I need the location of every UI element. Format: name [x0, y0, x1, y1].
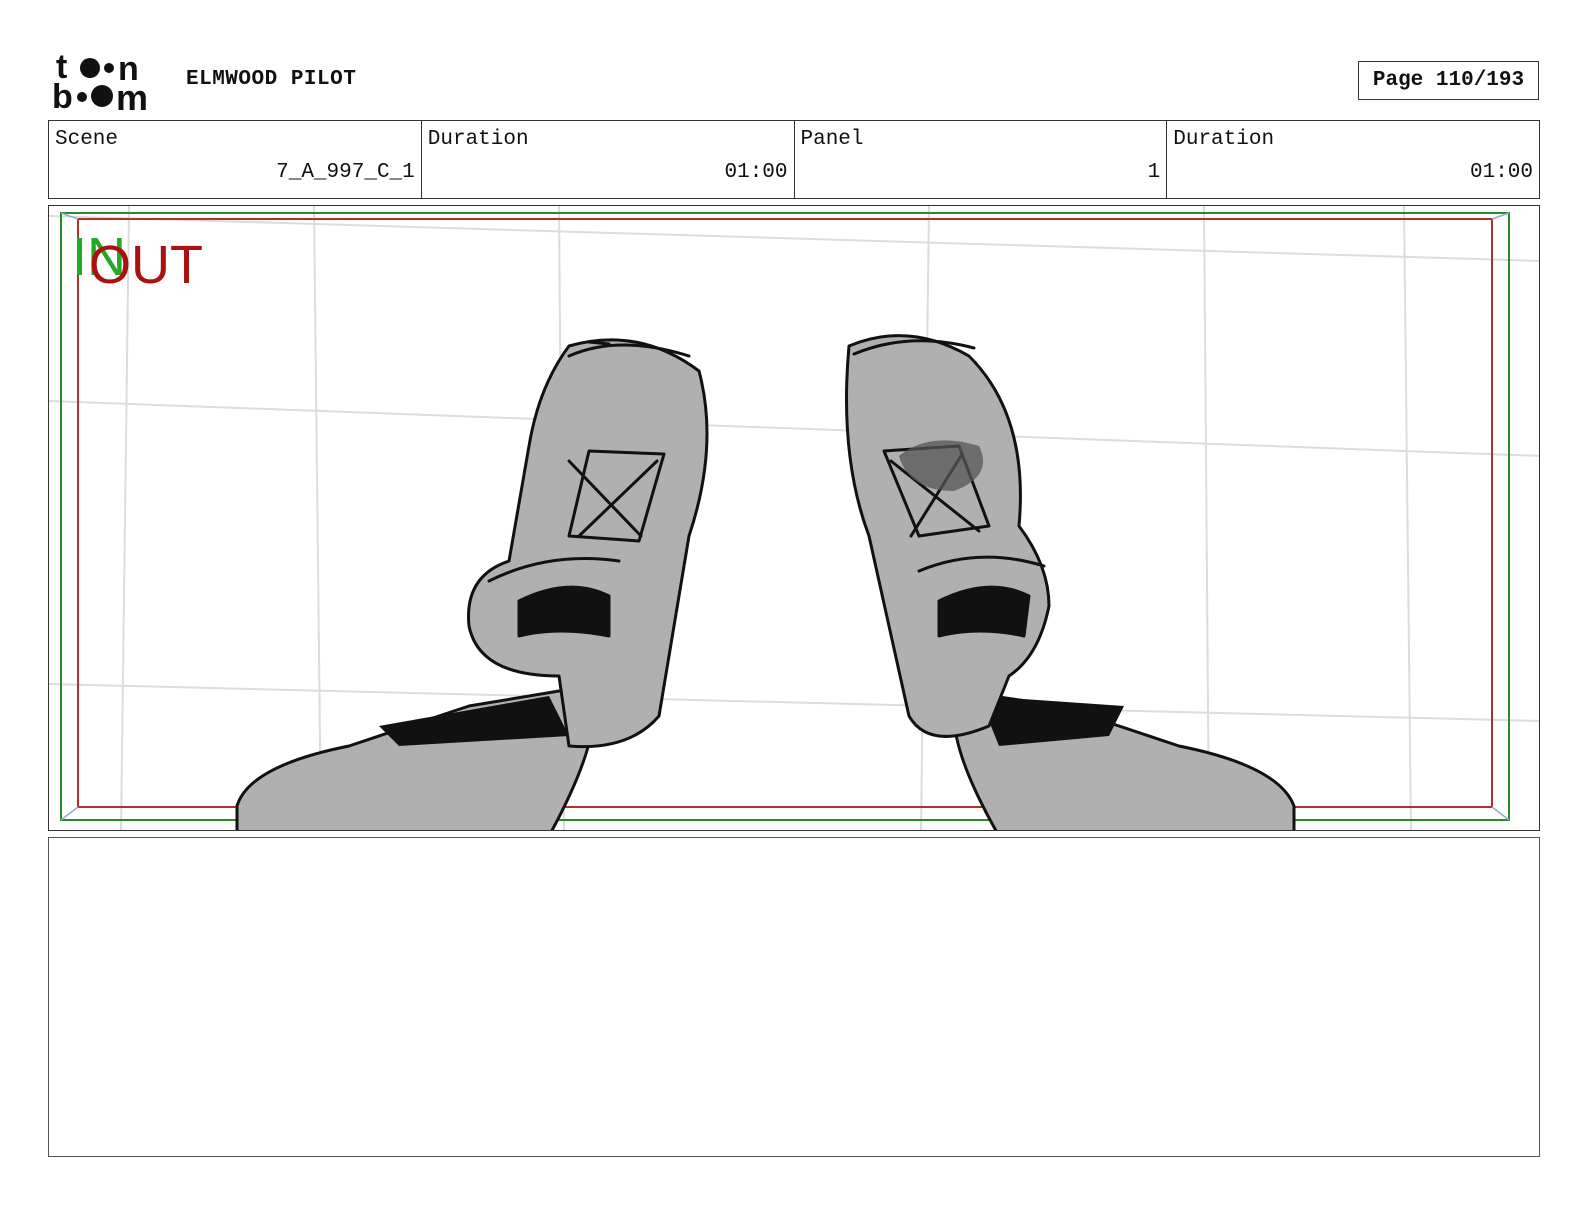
in-safe-frame — [60, 212, 1510, 821]
toon-boom-logo: t n b m — [52, 48, 164, 118]
scene-label: Scene — [55, 128, 119, 151]
panel-drawing — [49, 206, 1539, 830]
scene-duration-label: Duration — [427, 128, 529, 151]
perspective-grid — [49, 206, 1539, 830]
panel-cell: Panel 1 — [795, 121, 1168, 198]
svg-text:m: m — [116, 77, 148, 112]
scene-value: 7_A_997_C_1 — [276, 161, 415, 184]
out-marker: OUT — [89, 235, 203, 295]
panel-value: 1 — [1147, 161, 1161, 184]
panel-notes-box[interactable] — [48, 837, 1540, 1157]
panel-duration-label: Duration — [1173, 128, 1275, 151]
scene-duration-cell: Duration 01:00 — [422, 121, 795, 198]
right-boot-sketch — [845, 334, 1296, 830]
project-title: ELMWOOD PILOT — [186, 68, 357, 91]
panel-label: Panel — [800, 128, 864, 151]
scene-cell: Scene 7_A_997_C_1 — [49, 121, 422, 198]
scene-duration-value: 01:00 — [724, 161, 788, 184]
scene-info-table: Scene 7_A_997_C_1 Duration 01:00 Panel 1… — [48, 120, 1540, 199]
out-safe-frame — [77, 218, 1493, 808]
svg-text:b: b — [52, 78, 73, 112]
left-boot-sketch — [235, 338, 709, 830]
panel-duration-cell: Duration 01:00 — [1167, 121, 1539, 198]
page-indicator: Page 110/193 — [1358, 61, 1539, 100]
panel-duration-value: 01:00 — [1469, 161, 1533, 184]
storyboard-panel: IN OUT — [48, 205, 1540, 831]
toon-boom-logo-icon: t n b m — [52, 48, 148, 118]
